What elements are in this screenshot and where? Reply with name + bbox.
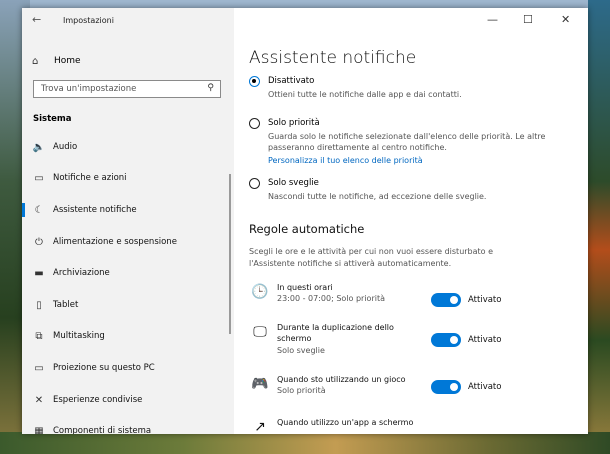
storage-icon: ▬ — [34, 267, 44, 279]
sidebar-item-label: Archiviazione — [53, 268, 110, 278]
sidebar-item-label: Notifiche e azioni — [53, 173, 127, 183]
sidebar: ← Impostazioni ⌂ Home Trova un'impostazi… — [22, 8, 234, 434]
desktop-wallpaper-bottom — [0, 432, 610, 454]
multitasking-icon: ⧉ — [35, 330, 43, 342]
sidebar-item-notifiche[interactable]: ▭ Notifiche e azioni — [22, 167, 234, 189]
back-arrow-icon[interactable]: ← — [32, 13, 41, 26]
home-icon: ⌂ — [32, 55, 39, 67]
fullscreen-icon: ↗ — [254, 419, 266, 434]
option-description: Ottieni tutte le notifiche dalle app e d… — [268, 90, 462, 99]
speaker-icon: 🔈 — [32, 141, 46, 153]
sidebar-item-tablet[interactable]: ▯ Tablet — [22, 294, 234, 316]
search-input[interactable]: Trova un'impostazione ⚲ — [33, 80, 221, 98]
rule-orari[interactable]: 🕒 In questi orari 23:00 - 07:00; Solo pr… — [249, 282, 579, 316]
shared-icon: ✕ — [34, 394, 44, 406]
app-title: Impostazioni — [63, 16, 114, 25]
close-icon[interactable]: ✕ — [561, 13, 570, 26]
radio-icon[interactable] — [249, 118, 260, 129]
main-content: — ☐ ✕ Assistente notifiche Disattivato O… — [234, 8, 588, 434]
minimize-icon[interactable]: — — [487, 13, 498, 26]
priority-list-link[interactable]: Personalizza il tuo elenco delle priorit… — [268, 156, 423, 165]
clock-icon: 🕒 — [251, 284, 269, 300]
rule-gioco[interactable]: 🎮 Quando sto utilizzando un gioco Solo p… — [249, 374, 579, 408]
rule-sub: Solo sveglie — [277, 346, 325, 355]
sidebar-item-label: Componenti di sistema — [53, 426, 152, 434]
window-controls: — ☐ ✕ — [478, 8, 588, 34]
sidebar-item-label: Esperienze condivise — [53, 395, 143, 405]
radio-selected-icon[interactable] — [249, 76, 260, 87]
sidebar-item-label: Proiezione su questo PC — [53, 363, 155, 373]
option-title: Disattivato — [268, 76, 315, 86]
toggle-label: Attivato — [468, 382, 502, 392]
sidebar-item-alimentazione[interactable]: ⏻ Alimentazione e sospensione — [22, 231, 234, 253]
rule-toggle[interactable] — [431, 380, 461, 394]
rule-sub: 23:00 - 07:00; Solo priorità — [277, 294, 385, 303]
rule-fullscreen[interactable]: ↗ Quando utilizzo un'app a schermo — [249, 417, 579, 434]
toggle-label: Attivato — [468, 295, 502, 305]
page-title: Assistente notifiche — [249, 48, 417, 68]
rule-name: Quando sto utilizzando un gioco — [277, 375, 406, 384]
settings-window: ← Impostazioni ⌂ Home Trova un'impostazi… — [22, 8, 588, 434]
sidebar-item-label: Multitasking — [53, 331, 105, 341]
option-title: Solo priorità — [268, 118, 320, 128]
desktop-wallpaper-right — [588, 0, 610, 454]
sidebar-item-multitasking[interactable]: ⧉ Multitasking — [22, 325, 234, 347]
option-title: Solo sveglie — [268, 178, 319, 188]
gamepad-icon: 🎮 — [251, 376, 269, 392]
maximize-icon[interactable]: ☐ — [523, 13, 533, 26]
sidebar-scrollbar[interactable] — [229, 174, 231, 334]
rule-toggle[interactable] — [431, 333, 461, 347]
sidebar-item-componenti[interactable]: ▦ Componenti di sistema — [22, 420, 234, 435]
rules-title: Regole automatiche — [249, 222, 365, 236]
rule-name: Quando utilizzo un'app a schermo — [277, 418, 414, 427]
title-bar: ← Impostazioni — [22, 8, 234, 34]
sidebar-item-label: Audio — [53, 142, 78, 152]
components-icon: ▦ — [34, 425, 44, 435]
sidebar-item-esperienze-condivise[interactable]: ✕ Esperienze condivise — [22, 389, 234, 411]
moon-icon: ☾ — [34, 204, 44, 216]
sidebar-item-archiviazione[interactable]: ▬ Archiviazione — [22, 262, 234, 284]
home-link[interactable]: ⌂ Home — [32, 52, 81, 70]
option-description: Nascondi tutte le notifiche, ad eccezion… — [268, 192, 487, 201]
rules-description: Scegli le ore e le attività per cui non … — [249, 247, 494, 268]
sidebar-item-proiezione[interactable]: ▭ Proiezione su questo PC — [22, 357, 234, 379]
sidebar-item-assistente-notifiche[interactable]: ☾ Assistente notifiche — [22, 199, 234, 221]
rule-name: Durante la duplicazione dello schermo — [277, 323, 394, 343]
projection-icon: ▭ — [34, 362, 44, 374]
power-icon: ⏻ — [35, 236, 43, 248]
monitor-icon: 🖵 — [253, 324, 267, 340]
rule-toggle[interactable] — [431, 293, 461, 307]
sidebar-item-label: Alimentazione e sospensione — [53, 237, 177, 247]
rule-name: In questi orari — [277, 283, 333, 292]
message-icon: ▭ — [34, 172, 44, 184]
sidebar-item-label: Assistente notifiche — [53, 205, 137, 215]
radio-icon[interactable] — [249, 178, 260, 189]
section-title: Sistema — [33, 114, 72, 124]
option-description: Guarda solo le notifiche selezionate dal… — [268, 132, 546, 152]
rule-sub: Solo priorità — [277, 386, 326, 395]
toggle-label: Attivato — [468, 335, 502, 345]
sidebar-item-label: Tablet — [53, 300, 79, 310]
sidebar-item-audio[interactable]: 🔈 Audio — [22, 136, 234, 158]
search-icon: ⚲ — [207, 83, 214, 93]
rule-duplicazione[interactable]: 🖵 Durante la duplicazione dello schermo … — [249, 322, 579, 356]
home-label: Home — [54, 56, 81, 66]
tablet-icon: ▯ — [36, 299, 42, 311]
search-placeholder: Trova un'impostazione — [41, 84, 137, 94]
